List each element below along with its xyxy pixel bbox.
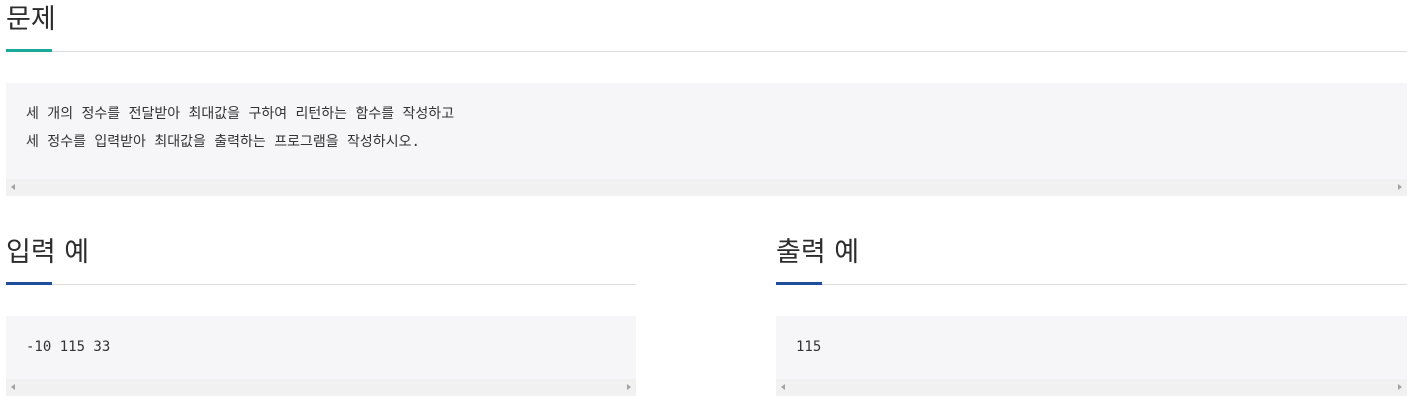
horizontal-scrollbar[interactable] xyxy=(6,379,636,396)
scroll-left-arrow-icon[interactable] xyxy=(11,384,15,390)
scroll-right-arrow-icon[interactable] xyxy=(1398,184,1402,190)
input-example-box: -10 115 33 xyxy=(6,316,636,396)
output-example-title: 출력 예 xyxy=(776,237,860,268)
input-example-title-underline xyxy=(6,282,52,285)
problem-heading: 문제 xyxy=(6,0,1407,52)
problem-description-box: 세 개의 정수를 전달받아 최대값을 구하여 리턴하는 함수를 작성하고 세 정… xyxy=(6,83,1407,196)
input-example-section: 입력 예 -10 115 33 xyxy=(6,233,636,396)
scroll-left-arrow-icon[interactable] xyxy=(11,184,15,190)
horizontal-scrollbar[interactable] xyxy=(776,379,1407,396)
output-example-box: 115 xyxy=(776,316,1407,396)
output-example-text: 115 xyxy=(796,339,822,355)
scroll-left-arrow-icon[interactable] xyxy=(781,384,785,390)
input-example-text: -10 115 33 xyxy=(26,339,111,355)
scroll-right-arrow-icon[interactable] xyxy=(627,384,631,390)
output-example-title-underline xyxy=(776,282,822,285)
output-example-heading: 출력 예 xyxy=(776,233,1407,285)
problem-line-1: 세 개의 정수를 전달받아 최대값을 구하여 리턴하는 함수를 작성하고 xyxy=(26,106,455,122)
horizontal-scrollbar[interactable] xyxy=(6,179,1407,196)
problem-line-2: 세 정수를 입력받아 최대값을 출력하는 프로그램을 작성하시오. xyxy=(26,134,420,150)
problem-section: 문제 세 개의 정수를 전달받아 최대값을 구하여 리턴하는 함수를 작성하고 … xyxy=(6,0,1407,196)
scroll-right-arrow-icon[interactable] xyxy=(1398,384,1402,390)
problem-title-underline xyxy=(6,49,52,52)
problem-title: 문제 xyxy=(6,4,56,35)
input-example-heading: 입력 예 xyxy=(6,233,636,285)
input-example-title: 입력 예 xyxy=(6,237,90,268)
output-example-section: 출력 예 115 xyxy=(776,233,1407,396)
